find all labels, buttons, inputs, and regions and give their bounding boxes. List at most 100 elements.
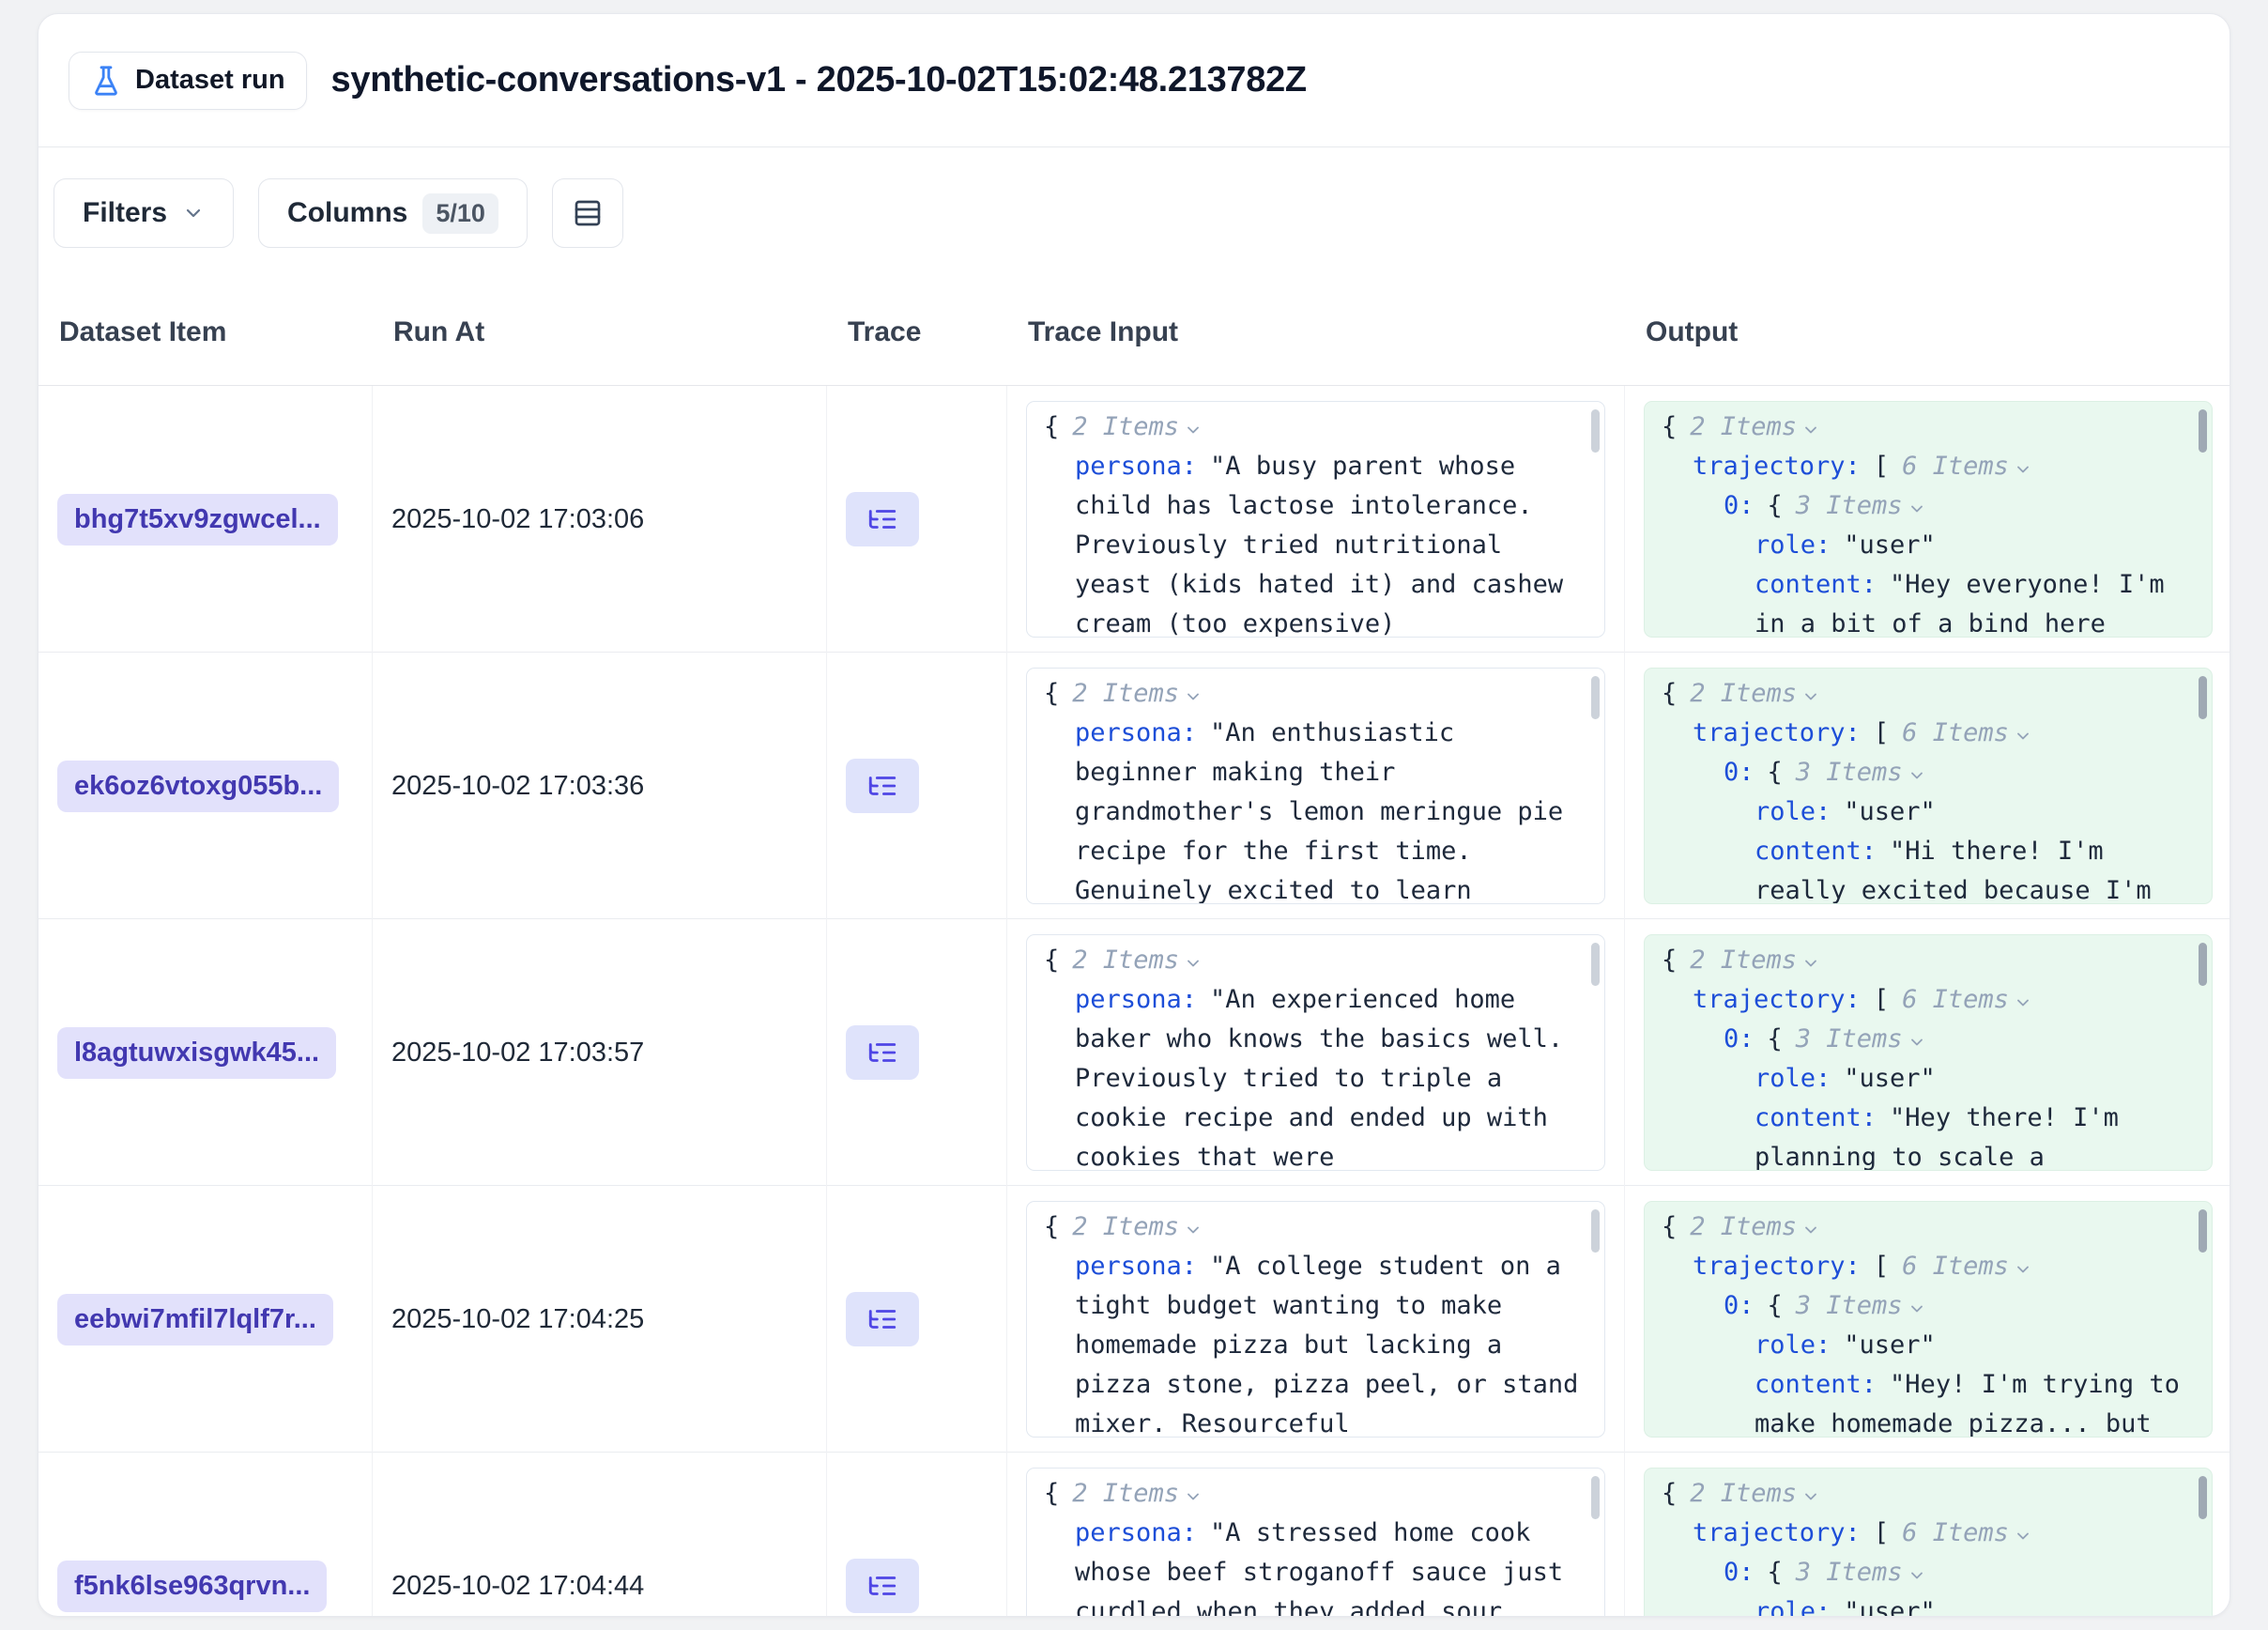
collapse-toggle[interactable]: 6 Items bbox=[1902, 1514, 2032, 1553]
run-at-cell: 2025-10-02 17:04:44 bbox=[373, 1453, 827, 1617]
output-panel[interactable]: {2 Items trajectory:[6 Items 0:{3 Items … bbox=[1644, 668, 2213, 904]
collapse-toggle[interactable]: 3 Items bbox=[1796, 1553, 1926, 1592]
chevron-down-icon bbox=[2014, 993, 2032, 1012]
items-count-label: 3 Items bbox=[1796, 1286, 1903, 1326]
json-key: trajectory: bbox=[1693, 718, 1861, 747]
collapse-toggle[interactable]: 6 Items bbox=[1902, 447, 2032, 486]
scrollbar-thumb[interactable] bbox=[1591, 1476, 1600, 1519]
scrollbar-thumb[interactable] bbox=[1591, 676, 1600, 719]
scrollbar-thumb[interactable] bbox=[2199, 676, 2207, 719]
json-root-line: {2 Items bbox=[1044, 941, 1587, 980]
trace-input-panel[interactable]: {2 Items persona:"A college student on a… bbox=[1026, 1201, 1605, 1438]
collapse-toggle[interactable]: 2 Items bbox=[1072, 674, 1203, 714]
dataset-item-badge[interactable]: l8agtuwxisgwk45... bbox=[57, 1027, 336, 1079]
table-row: eebwi7mfil7lqlf7r... 2025-10-02 17:04:25… bbox=[38, 1186, 2230, 1453]
dataset-item-badge[interactable]: bhg7t5xv9zgwcel... bbox=[57, 494, 338, 546]
collapse-toggle[interactable]: 3 Items bbox=[1796, 1286, 1926, 1326]
json-key: persona: bbox=[1075, 1252, 1197, 1281]
chevron-down-icon bbox=[1801, 1221, 1820, 1239]
table-row: l8agtuwxisgwk45... 2025-10-02 17:03:57 {… bbox=[38, 919, 2230, 1186]
json-open-brace: { bbox=[1662, 1479, 1677, 1508]
json-key: trajectory: bbox=[1693, 985, 1861, 1014]
json-string-value: "user" bbox=[1844, 1064, 1936, 1093]
collapse-toggle[interactable]: 2 Items bbox=[1072, 1207, 1203, 1247]
output-panel[interactable]: {2 Items trajectory:[6 Items 0:{3 Items … bbox=[1644, 401, 2213, 638]
json-index-line: 0:{3 Items bbox=[1662, 1020, 2195, 1059]
json-trajectory-line: trajectory:[6 Items bbox=[1662, 1514, 2195, 1553]
collapse-toggle[interactable]: 3 Items bbox=[1796, 486, 1926, 526]
column-header-dataset-item: Dataset Item bbox=[38, 316, 373, 348]
row-height-button[interactable] bbox=[552, 178, 623, 248]
trace-input-panel[interactable]: {2 Items persona:"An enthusiastic beginn… bbox=[1026, 668, 1605, 904]
collapse-toggle[interactable]: 6 Items bbox=[1902, 714, 2032, 753]
json-content-line: content:"Hey! I'm trying to make homemad… bbox=[1662, 1365, 2195, 1438]
dataset-item-badge[interactable]: ek6oz6vtoxg055b... bbox=[57, 761, 339, 812]
output-cell: {2 Items trajectory:[6 Items 0:{3 Items … bbox=[1625, 653, 2230, 919]
scrollbar-thumb[interactable] bbox=[1591, 409, 1600, 453]
output-panel[interactable]: {2 Items trajectory:[6 Items 0:{3 Items … bbox=[1644, 1468, 2213, 1617]
json-open-bracket: [ bbox=[1874, 718, 1889, 747]
collapse-toggle[interactable]: 6 Items bbox=[1902, 1247, 2032, 1286]
items-count-label: 2 Items bbox=[1072, 1207, 1179, 1247]
columns-button[interactable]: Columns 5/10 bbox=[258, 178, 528, 248]
collapse-toggle[interactable]: 2 Items bbox=[1690, 1474, 1820, 1514]
items-count-label: 2 Items bbox=[1690, 674, 1797, 714]
json-persona-line: persona:"A college student on a tight bu… bbox=[1044, 1247, 1587, 1438]
collapse-toggle[interactable]: 2 Items bbox=[1072, 1474, 1203, 1514]
chevron-down-icon bbox=[2014, 1260, 2032, 1279]
collapse-toggle[interactable]: 6 Items bbox=[1902, 980, 2032, 1020]
run-at-cell: 2025-10-02 17:03:57 bbox=[373, 919, 827, 1186]
output-cell: {2 Items trajectory:[6 Items 0:{3 Items … bbox=[1625, 1453, 2230, 1617]
chevron-down-icon bbox=[1801, 687, 1820, 706]
list-tree-icon bbox=[866, 503, 898, 535]
collapse-toggle[interactable]: 2 Items bbox=[1072, 408, 1203, 447]
list-tree-icon bbox=[866, 1570, 898, 1602]
items-count-label: 6 Items bbox=[1902, 447, 2009, 486]
json-content-line: content:"Hey there! I'm planning to scal… bbox=[1662, 1099, 2195, 1171]
output-cell: {2 Items trajectory:[6 Items 0:{3 Items … bbox=[1625, 919, 2230, 1186]
output-panel[interactable]: {2 Items trajectory:[6 Items 0:{3 Items … bbox=[1644, 1201, 2213, 1438]
collapse-toggle[interactable]: 2 Items bbox=[1690, 1207, 1820, 1247]
json-open-brace: { bbox=[1768, 1291, 1783, 1320]
scrollbar-thumb[interactable] bbox=[2199, 409, 2207, 453]
json-open-brace: { bbox=[1662, 946, 1677, 975]
trace-input-panel[interactable]: {2 Items persona:"A busy parent whose ch… bbox=[1026, 401, 1605, 638]
json-role-line: role:"user" bbox=[1662, 1592, 2195, 1617]
run-at-value: 2025-10-02 17:04:44 bbox=[391, 1571, 644, 1602]
collapse-toggle[interactable]: 3 Items bbox=[1796, 1020, 1926, 1059]
collapse-toggle[interactable]: 2 Items bbox=[1690, 674, 1820, 714]
filters-button[interactable]: Filters bbox=[54, 178, 234, 248]
json-key: persona: bbox=[1075, 1518, 1197, 1547]
scrollbar-thumb[interactable] bbox=[2199, 1476, 2207, 1519]
collapse-toggle[interactable]: 3 Items bbox=[1796, 753, 1926, 792]
trace-input-panel[interactable]: {2 Items persona:"An experienced home ba… bbox=[1026, 934, 1605, 1171]
trace-button[interactable] bbox=[846, 1292, 919, 1346]
scrollbar-thumb[interactable] bbox=[1591, 1209, 1600, 1253]
chevron-down-icon bbox=[1908, 500, 1926, 518]
trace-button[interactable] bbox=[846, 1559, 919, 1613]
trace-input-cell: {2 Items persona:"An enthusiastic beginn… bbox=[1007, 653, 1625, 919]
run-at-cell: 2025-10-02 17:04:25 bbox=[373, 1186, 827, 1453]
json-key: trajectory: bbox=[1693, 1518, 1861, 1547]
json-trajectory-line: trajectory:[6 Items bbox=[1662, 980, 2195, 1020]
page-title: synthetic-conversations-v1 - 2025-10-02T… bbox=[331, 60, 1307, 100]
dataset-item-badge[interactable]: eebwi7mfil7lqlf7r... bbox=[57, 1294, 333, 1346]
collapse-toggle[interactable]: 2 Items bbox=[1072, 941, 1203, 980]
output-panel[interactable]: {2 Items trajectory:[6 Items 0:{3 Items … bbox=[1644, 934, 2213, 1171]
trace-cell bbox=[827, 1453, 1007, 1617]
scrollbar-thumb[interactable] bbox=[2199, 1209, 2207, 1253]
dataset-item-cell: l8agtuwxisgwk45... bbox=[38, 919, 373, 1186]
columns-button-label: Columns bbox=[287, 197, 407, 229]
trace-button[interactable] bbox=[846, 1025, 919, 1080]
collapse-toggle[interactable]: 2 Items bbox=[1690, 408, 1820, 447]
scrollbar-thumb[interactable] bbox=[1591, 943, 1600, 986]
scrollbar-thumb[interactable] bbox=[2199, 943, 2207, 986]
page-header: Dataset run synthetic-conversations-v1 -… bbox=[38, 14, 2230, 147]
chevron-down-icon bbox=[1184, 1487, 1203, 1506]
trace-input-panel[interactable]: {2 Items persona:"A stressed home cook w… bbox=[1026, 1468, 1605, 1617]
json-string-value: "user" bbox=[1844, 1597, 1936, 1617]
trace-button[interactable] bbox=[846, 759, 919, 813]
collapse-toggle[interactable]: 2 Items bbox=[1690, 941, 1820, 980]
trace-button[interactable] bbox=[846, 492, 919, 546]
dataset-item-badge[interactable]: f5nk6lse963qrvn... bbox=[57, 1561, 327, 1612]
